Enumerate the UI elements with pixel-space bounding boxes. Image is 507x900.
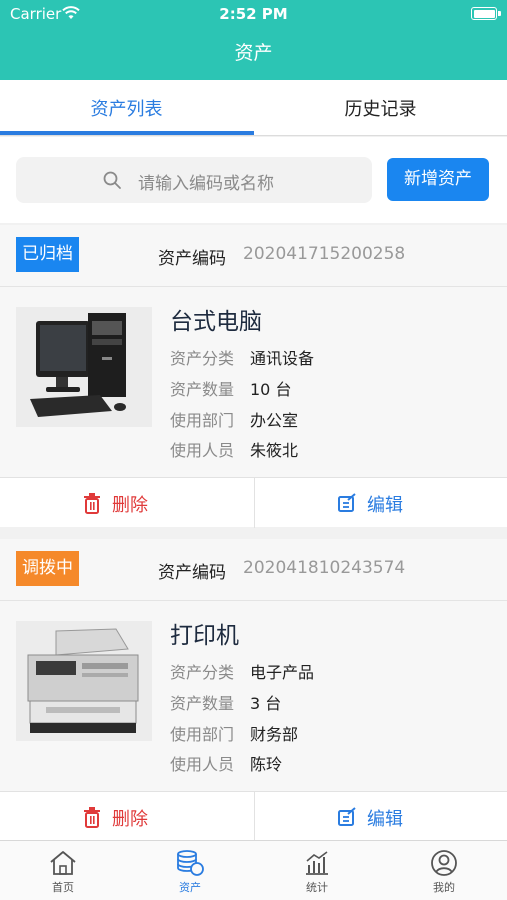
status-badge: 已归档	[16, 237, 79, 272]
coins-icon	[177, 850, 204, 876]
tab-asset-list[interactable]: 资产列表	[0, 80, 253, 136]
quantity-label: 资产数量	[170, 380, 235, 399]
chart-icon	[306, 851, 328, 875]
card-body: 台式电脑 资产分类 通讯设备 资产数量 10 台 使用部门 办公室 使用人员 朱…	[0, 287, 507, 477]
status-bar: Carrier 2:52 PM	[0, 0, 507, 28]
desktop-computer-image	[16, 307, 152, 427]
asset-card[interactable]: 已归档 资产编码 202041715200258 台式电脑 资产分类 通讯设备 …	[0, 225, 507, 528]
asset-name: 打印机	[170, 623, 239, 649]
tabbar-stats-label: 统计	[306, 881, 328, 894]
search-input[interactable]: 请输入编码或名称	[16, 157, 372, 203]
edit-label: 编辑	[367, 809, 403, 830]
tabbar-profile[interactable]: 我的	[381, 841, 507, 900]
tabbar-home-label: 首页	[52, 881, 74, 894]
user-icon	[431, 850, 457, 876]
status-time: 2:52 PM	[219, 5, 288, 23]
tab-history[interactable]: 历史记录	[254, 80, 507, 136]
search-placeholder: 请输入编码或名称	[138, 174, 274, 194]
printer-image	[16, 621, 152, 741]
edit-icon	[338, 493, 356, 512]
tabbar-assets[interactable]: 资产	[127, 841, 253, 900]
page-title: 资产	[234, 42, 273, 64]
home-icon	[50, 851, 76, 875]
edit-button[interactable]: 编辑	[254, 478, 507, 528]
tabbar-assets-label: 资产	[179, 881, 201, 894]
search-bar-area: 请输入编码或名称 新增资产	[0, 137, 507, 223]
delete-label: 删除	[112, 809, 148, 830]
asset-code-label: 资产编码	[158, 563, 226, 583]
category-label: 资产分类	[170, 349, 235, 368]
trash-icon	[84, 493, 100, 514]
user-label: 使用人员	[170, 441, 235, 460]
battery-icon	[471, 7, 497, 20]
user-value: 陈玲	[250, 755, 283, 774]
delete-button[interactable]: 删除	[0, 478, 253, 528]
department-label: 使用部门	[170, 725, 235, 744]
card-header: 调拨中 资产编码 202041810243574	[0, 539, 507, 601]
user-label: 使用人员	[170, 755, 235, 774]
department-value: 财务部	[250, 725, 299, 744]
asset-code-value: 202041810243574	[243, 558, 406, 578]
card-actions: 删除 编辑	[0, 477, 507, 528]
tabbar-profile-label: 我的	[433, 881, 455, 894]
category-label: 资产分类	[170, 663, 235, 682]
card-actions: 删除 编辑	[0, 791, 507, 842]
asset-code-label: 资产编码	[158, 249, 226, 269]
edit-button[interactable]: 编辑	[254, 792, 507, 842]
add-asset-button[interactable]: 新增资产	[387, 158, 489, 201]
category-value: 电子产品	[250, 663, 315, 682]
status-badge: 调拨中	[16, 551, 79, 586]
bottom-tab-bar: 首页 资产 统计 我的	[0, 840, 507, 900]
battery-tip	[498, 11, 501, 16]
edit-label: 编辑	[367, 495, 403, 516]
segment-tabs: 资产列表 历史记录	[0, 80, 507, 136]
active-tab-indicator	[0, 131, 254, 135]
search-icon	[103, 171, 121, 189]
edit-icon	[338, 807, 356, 826]
card-header: 已归档 资产编码 202041715200258	[0, 225, 507, 287]
category-value: 通讯设备	[250, 349, 315, 368]
department-label: 使用部门	[170, 411, 235, 430]
tabbar-stats[interactable]: 统计	[254, 841, 380, 900]
trash-icon	[84, 807, 100, 828]
card-body: 打印机 资产分类 电子产品 资产数量 3 台 使用部门 财务部 使用人员 陈玲	[0, 601, 507, 791]
asset-card[interactable]: 调拨中 资产编码 202041810243574 打印机 资产分类 电子产品 资…	[0, 539, 507, 842]
delete-button[interactable]: 删除	[0, 792, 253, 842]
delete-label: 删除	[112, 495, 148, 516]
tabbar-home[interactable]: 首页	[0, 841, 126, 900]
quantity-value: 3 台	[250, 694, 282, 713]
asset-name: 台式电脑	[170, 309, 262, 335]
quantity-value: 10 台	[250, 380, 292, 399]
quantity-label: 资产数量	[170, 694, 235, 713]
asset-code-value: 202041715200258	[243, 244, 406, 264]
department-value: 办公室	[250, 411, 299, 430]
app-header: Carrier 2:52 PM 资产	[0, 0, 507, 80]
user-value: 朱筱北	[250, 441, 299, 460]
